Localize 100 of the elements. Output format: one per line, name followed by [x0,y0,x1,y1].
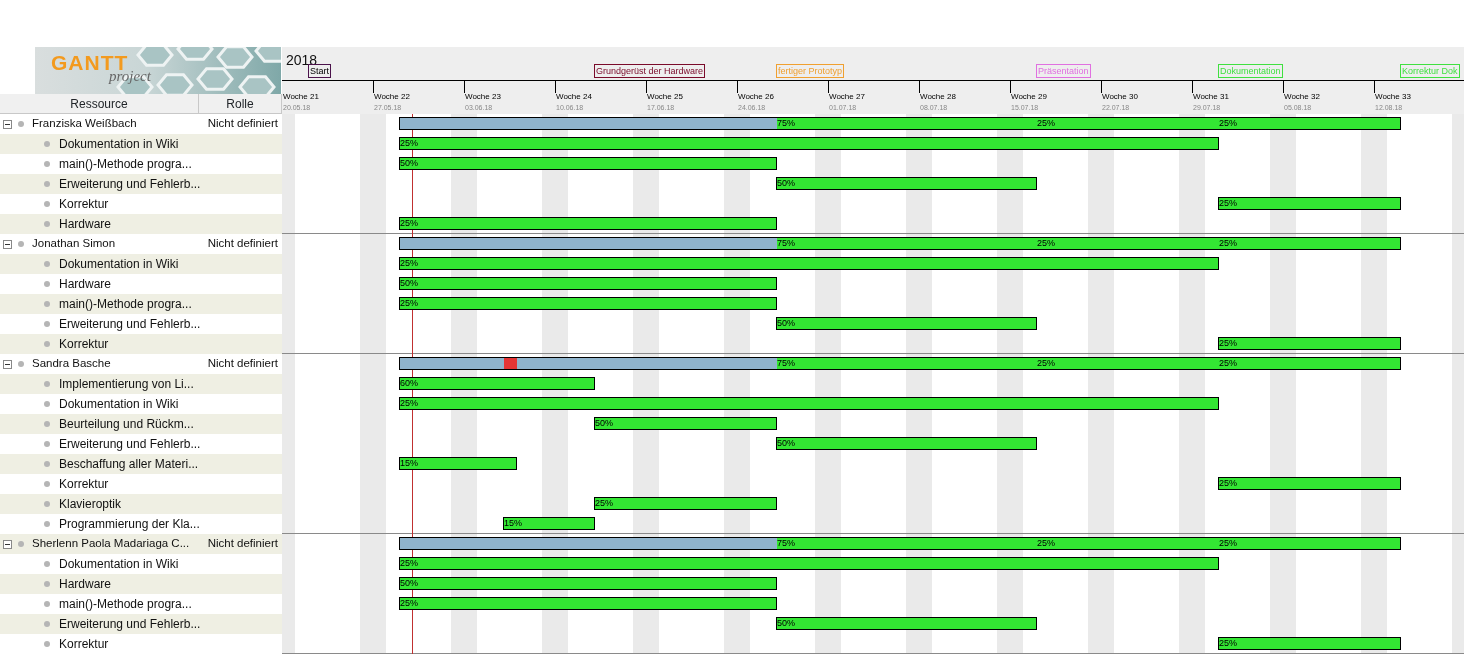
task-bar[interactable]: 60% [399,377,595,390]
week-label: Woche 30 [1101,92,1138,101]
task-icon [44,601,50,607]
load-bar[interactable]: 75% 25% 25% [399,537,1401,550]
logo-title: GANTT [51,52,129,74]
task-bar[interactable]: 25% [399,257,1219,270]
task-icon [44,641,50,647]
task-icon [44,461,50,467]
milestone-label[interactable]: Grundgerüst der Hardware [594,64,706,78]
task-name: Beurteilung und Rückm... [59,416,194,433]
week-label: Woche 31 [1192,92,1229,101]
task-bar[interactable]: 15% [503,517,595,530]
task-bar[interactable]: 25% [1218,197,1401,210]
task-bar[interactable]: 50% [399,277,777,290]
task-bar[interactable]: 50% [776,617,1037,630]
week-label: Woche 32 [1283,92,1320,101]
task-name: Klavieroptik [59,496,122,513]
resource-icon [18,121,24,127]
task-name: Korrektur [59,336,109,353]
load-segment: 25% [1219,238,1400,249]
task-bar[interactable]: 25% [399,217,777,230]
task-bar[interactable]: 25% [1218,477,1401,490]
load-bar[interactable]: 75% 25% 25% [399,237,1401,250]
task-icon [44,621,50,627]
load-segment: 75% [777,538,1037,549]
task-icon [44,341,50,347]
task-bar[interactable]: 15% [399,457,517,470]
task-name: main()-Methode progra... [59,156,192,173]
task-name: main()-Methode progra... [59,596,192,613]
load-segment: 25% [1219,358,1400,369]
task-bar[interactable]: 25% [1218,337,1401,350]
task-bar[interactable]: 50% [776,317,1037,330]
task-icon [44,141,50,147]
load-segment: 75% [777,238,1037,249]
task-name: Korrektur [59,476,109,493]
task-icon [44,221,50,227]
task-name: Dokumentation in Wiki [59,256,179,273]
week-label: Woche 25 [646,92,683,101]
task-name: Erweiterung und Fehlerb... [59,176,201,193]
task-name: Hardware [59,576,112,593]
resource-role: Nicht definiert [207,236,279,252]
load-bar[interactable]: 75% 25% 25% [399,357,1401,370]
task-name: Hardware [59,276,112,293]
week-label: Woche 33 [1374,92,1411,101]
task-icon [44,481,50,487]
week-label: Woche 26 [737,92,774,101]
week-label: Woche 24 [555,92,592,101]
resource-icon [18,241,24,247]
task-name: Dokumentation in Wiki [59,396,179,413]
milestone-label[interactable]: Start [308,64,331,78]
year-label: 2018 [286,53,318,67]
task-bar[interactable]: 25% [399,557,1219,570]
task-bar[interactable]: 25% [1218,637,1401,650]
task-name: Erweiterung und Fehlerb... [59,616,201,633]
load-bar[interactable]: 75% 25% 25% [399,117,1401,130]
task-icon [44,321,50,327]
task-icon [44,501,50,507]
task-bar[interactable]: 25% [399,137,1219,150]
task-bar[interactable]: 50% [594,417,777,430]
load-segment: 25% [1219,118,1400,129]
task-bar[interactable]: 25% [594,497,777,510]
collapse-icon[interactable] [3,119,12,129]
task-name: Implementierung von Li... [59,376,194,393]
task-icon [44,581,50,587]
task-icon [44,401,50,407]
task-icon [44,421,50,427]
week-label: Woche 28 [919,92,956,101]
task-name: Programmierung der Kla... [59,516,200,533]
task-bar[interactable]: 50% [776,437,1037,450]
load-segment: 75% [777,118,1037,129]
week-label: Woche 27 [828,92,865,101]
task-name: Erweiterung und Fehlerb... [59,316,201,333]
resource-role: Nicht definiert [207,356,279,372]
collapse-icon[interactable] [3,239,12,249]
task-icon [44,201,50,207]
task-bar[interactable]: 25% [399,397,1219,410]
load-segment: 25% [1037,238,1219,249]
column-header[interactable]: Ressource [0,94,199,114]
task-bar[interactable]: 50% [776,177,1037,190]
task-icon [44,301,50,307]
task-name: Beschaffung aller Materi... [59,456,199,473]
task-icon [44,521,50,527]
load-segment: 25% [1037,118,1219,129]
task-bar[interactable]: 25% [399,297,777,310]
load-segment: 25% [1037,358,1219,369]
task-name: main()-Methode progra... [59,296,192,313]
load-segment: 75% [777,358,1037,369]
task-bar[interactable]: 50% [399,577,777,590]
week-label: Woche 21 [282,92,319,101]
task-bar[interactable]: 50% [399,157,777,170]
task-name: Korrektur [59,636,109,653]
resource-icon [18,541,24,547]
collapse-icon[interactable] [3,359,12,369]
resource-name: Jonathan Simon [32,236,116,252]
task-icon [44,161,50,167]
task-bar[interactable]: 25% [399,597,777,610]
task-name: Dokumentation in Wiki [59,556,179,573]
resource-name: Franziska Weißbach [32,116,137,132]
task-icon [44,181,50,187]
collapse-icon[interactable] [3,539,12,549]
